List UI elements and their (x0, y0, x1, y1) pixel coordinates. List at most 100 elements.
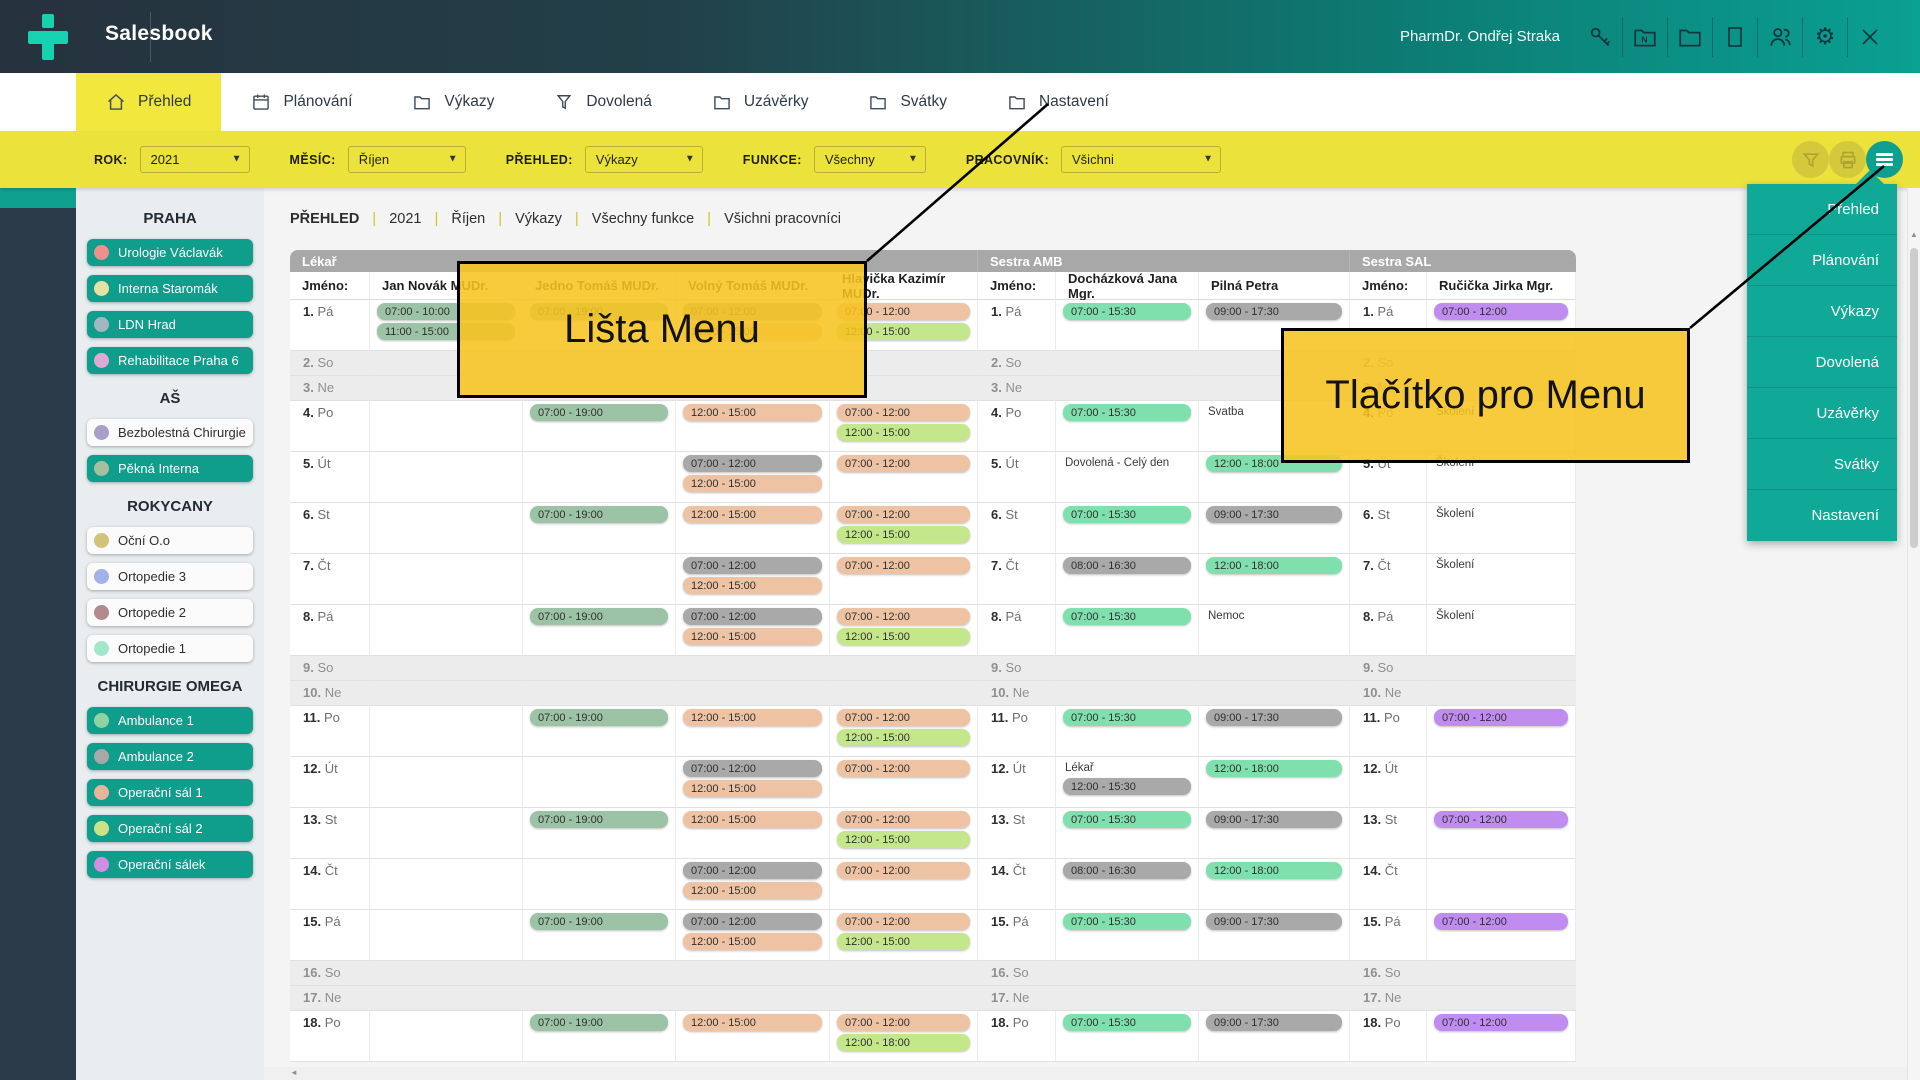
shift-pill[interactable]: 12:00 - 15:00 (837, 628, 970, 645)
horizontal-scrollbar[interactable]: ◄ (264, 1067, 1907, 1080)
shift-note[interactable]: Nemoc (1199, 605, 1349, 623)
schedule-cell[interactable]: Školení (1427, 554, 1576, 605)
breadcrumb-item[interactable]: Všichni pracovníci (724, 211, 841, 227)
schedule-cell[interactable] (1056, 986, 1199, 1011)
schedule-cell[interactable] (370, 452, 523, 503)
schedule-cell[interactable] (370, 1011, 523, 1062)
sidebar-item-opera-n-s-l-1[interactable]: Operační sál 1 (87, 779, 253, 806)
schedule-cell[interactable]: 07:00 - 19:00 (523, 808, 676, 859)
schedule-cell[interactable]: 07:00 - 15:30 (1056, 503, 1199, 554)
schedule-cell[interactable] (1427, 986, 1576, 1011)
schedule-cell[interactable]: Nemoc (1199, 605, 1350, 656)
shift-pill[interactable]: 07:00 - 12:00 (683, 760, 822, 777)
shift-pill[interactable]: 07:00 - 19:00 (530, 404, 668, 421)
schedule-cell[interactable] (523, 961, 676, 986)
breadcrumb-item[interactable]: 2021 (389, 211, 421, 227)
scroll-up-icon[interactable]: ▲ (1910, 230, 1918, 239)
schedule-cell[interactable]: 07:00 - 12:0012:00 - 15:00 (830, 503, 978, 554)
schedule-cell[interactable]: 12:00 - 15:00 (676, 808, 830, 859)
sidebar-item-ambulance-2[interactable]: Ambulance 2 (87, 743, 253, 770)
shift-pill[interactable]: 07:00 - 19:00 (530, 811, 668, 828)
schedule-cell[interactable] (1199, 961, 1350, 986)
schedule-cell[interactable]: 07:00 - 15:30 (1056, 300, 1199, 351)
schedule-cell[interactable] (1199, 656, 1350, 681)
schedule-cell[interactable]: 12:00 - 18:00 (1199, 554, 1350, 605)
schedule-cell[interactable] (1427, 757, 1576, 808)
schedule-cell[interactable] (676, 961, 830, 986)
sidebar-item-o-n-o-o[interactable]: Oční O.o (87, 527, 253, 554)
shift-pill[interactable]: 12:00 - 18:00 (1206, 862, 1342, 879)
schedule-cell[interactable] (1056, 376, 1199, 401)
shift-pill[interactable]: 09:00 - 17:30 (1206, 709, 1342, 726)
shift-pill[interactable]: 12:00 - 15:00 (683, 780, 822, 797)
schedule-cell[interactable]: 12:00 - 15:00 (676, 706, 830, 757)
folder-n-icon[interactable]: N (1623, 20, 1667, 54)
shift-pill[interactable]: 07:00 - 12:00 (837, 1014, 970, 1031)
schedule-cell[interactable] (830, 656, 978, 681)
shift-pill[interactable]: 12:00 - 15:00 (837, 526, 970, 543)
tab-uzávěrky[interactable]: Uzávěrky (682, 73, 839, 131)
shift-note[interactable]: Školení (1427, 554, 1575, 572)
shift-pill[interactable]: 12:00 - 15:30 (1063, 778, 1191, 795)
schedule-cell[interactable]: Dovolená - Celý den (1056, 452, 1199, 503)
shift-pill[interactable]: 12:00 - 15:00 (837, 831, 970, 848)
shift-pill[interactable]: 07:00 - 12:00 (837, 709, 970, 726)
shift-pill[interactable]: 12:00 - 18:00 (1206, 760, 1342, 777)
sidebar-item-urologie-v-clav-k[interactable]: Urologie Václavák (87, 239, 253, 266)
shift-pill[interactable]: 07:00 - 12:00 (837, 913, 970, 930)
shift-pill[interactable]: 07:00 - 15:30 (1063, 1014, 1191, 1031)
schedule-cell[interactable]: 12:00 - 15:00 (676, 401, 830, 452)
schedule-cell[interactable] (1056, 961, 1199, 986)
menu-item-nastavení[interactable]: Nastavení (1747, 490, 1897, 541)
schedule-cell[interactable] (1427, 681, 1576, 706)
shift-pill[interactable]: 07:00 - 12:00 (837, 760, 970, 777)
schedule-cell[interactable] (523, 757, 676, 808)
schedule-cell[interactable] (370, 757, 523, 808)
schedule-cell[interactable]: Školení (1427, 503, 1576, 554)
sidebar-item-bezbolestn-chirurgie[interactable]: Bezbolestná Chirurgie (87, 419, 253, 446)
shift-pill[interactable]: 07:00 - 12:00 (683, 557, 822, 574)
schedule-cell[interactable]: 07:00 - 12:0012:00 - 15:00 (830, 910, 978, 961)
schedule-cell[interactable] (1056, 351, 1199, 376)
shift-pill[interactable]: 07:00 - 12:00 (837, 862, 970, 879)
shift-pill[interactable]: 12:00 - 15:00 (683, 475, 822, 492)
schedule-cell[interactable]: 07:00 - 12:0012:00 - 15:00 (676, 554, 830, 605)
schedule-cell[interactable] (1199, 681, 1350, 706)
shift-note[interactable]: Dovolená - Celý den (1056, 452, 1198, 470)
sidebar-item-p-kn-interna[interactable]: Pěkná Interna (87, 455, 253, 482)
shift-pill[interactable]: 07:00 - 12:00 (683, 862, 822, 879)
schedule-cell[interactable]: 12:00 - 15:00 (676, 1011, 830, 1062)
schedule-cell[interactable]: Lékař12:00 - 15:30 (1056, 757, 1199, 808)
sidebar-item-opera-n-s-l-2[interactable]: Operační sál 2 (87, 815, 253, 842)
schedule-cell[interactable] (370, 503, 523, 554)
schedule-cell[interactable] (1427, 656, 1576, 681)
schedule-cell[interactable]: 07:00 - 12:00 12:00 - 15:00 (830, 808, 978, 859)
schedule-cell[interactable] (830, 961, 978, 986)
filter-select-pracovník[interactable]: Všichni (1061, 146, 1221, 173)
vertical-scroll-thumb[interactable] (1910, 248, 1918, 548)
schedule-cell[interactable]: 12:00 - 15:00 (676, 503, 830, 554)
menu-item-dovolená[interactable]: Dovolená (1747, 337, 1897, 388)
schedule-cell[interactable] (1056, 681, 1199, 706)
users-icon[interactable] (1758, 20, 1802, 54)
scroll-left-icon[interactable]: ◄ (290, 1068, 298, 1077)
schedule-cell[interactable] (523, 681, 676, 706)
tab-nastavení[interactable]: Nastavení (977, 73, 1139, 131)
breadcrumb-item[interactable]: Všechny funkce (592, 211, 694, 227)
shift-pill[interactable]: 07:00 - 12:00 (1434, 303, 1568, 320)
shift-pill[interactable]: 07:00 - 15:30 (1063, 506, 1191, 523)
schedule-cell[interactable]: 12:00 - 18:00 (1199, 757, 1350, 808)
shift-pill[interactable]: 12:00 - 15:00 (683, 811, 822, 828)
menu-item-svátky[interactable]: Svátky (1747, 439, 1897, 490)
shift-pill[interactable]: 12:00 - 18:00 (1206, 557, 1342, 574)
schedule-cell[interactable] (370, 605, 523, 656)
menu-item-výkazy[interactable]: Výkazy (1747, 286, 1897, 337)
filter-select-přehled[interactable]: Výkazy (585, 146, 703, 173)
shift-pill[interactable]: 07:00 - 12:00 (1434, 1014, 1568, 1031)
schedule-cell[interactable]: 07:00 - 12:0012:00 - 15:00 (676, 859, 830, 910)
schedule-cell[interactable]: 07:00 - 12:00 (1427, 808, 1576, 859)
schedule-cell[interactable] (1056, 656, 1199, 681)
schedule-cell[interactable] (523, 986, 676, 1011)
shift-pill[interactable]: 07:00 - 12:00 (837, 811, 970, 828)
schedule-cell[interactable]: 07:00 - 12:00 12:00 - 15:00 (676, 757, 830, 808)
